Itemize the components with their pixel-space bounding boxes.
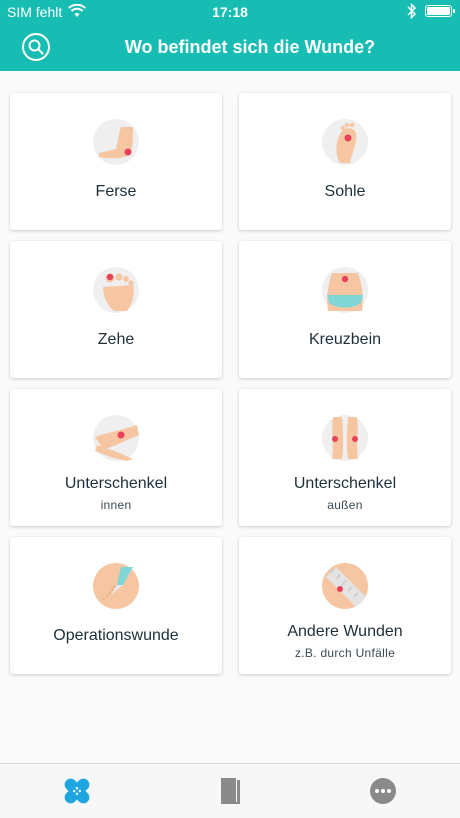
book-icon <box>221 778 240 804</box>
clock: 17:18 <box>212 4 248 20</box>
heel-icon <box>93 119 139 165</box>
card-label: Ferse <box>95 183 137 200</box>
bandage-arm-icon <box>322 563 368 609</box>
card-kreuzbein[interactable]: Kreuzbein <box>239 241 451 378</box>
card-operationswunde[interactable]: Operationswunde <box>10 537 222 674</box>
card-label: Operationswunde <box>53 627 179 644</box>
toe-icon <box>93 267 139 313</box>
sole-icon <box>322 119 368 165</box>
card-label: Kreuzbein <box>308 331 382 348</box>
search-icon <box>28 39 44 55</box>
card-unterschenkel-innen[interactable]: Unterschenkel innen <box>10 389 222 526</box>
card-label: Zehe <box>97 331 135 348</box>
battery-icon <box>425 5 455 17</box>
lower-leg-inner-icon <box>93 415 139 461</box>
card-label: Unterschenkel <box>64 475 168 492</box>
top-bar: SIM fehlt 17:18 Wo befindet sich die Wun… <box>0 0 460 71</box>
card-sublabel: außen <box>327 498 363 512</box>
surgical-wound-icon <box>93 563 139 609</box>
page-title: Wo befindet sich die Wunde? <box>124 37 376 57</box>
tab-bar <box>0 763 460 818</box>
card-unterschenkel-aussen[interactable]: Unterschenkel außen <box>239 389 451 526</box>
lower-leg-outer-icon <box>322 415 368 461</box>
card-label: Andere Wunden <box>287 623 403 640</box>
more-icon <box>370 778 396 804</box>
card-label: Unterschenkel <box>293 475 397 492</box>
tab-wounds[interactable] <box>60 774 94 808</box>
card-label: Sohle <box>324 183 366 200</box>
tab-catalog[interactable] <box>213 774 247 808</box>
bandage-icon <box>64 778 90 804</box>
card-zehe[interactable]: Zehe <box>10 241 222 378</box>
card-sohle[interactable]: Sohle <box>239 93 451 230</box>
card-andere-wunden[interactable]: Andere Wunden z.B. durch Unfälle <box>239 537 451 674</box>
tab-more[interactable] <box>366 774 400 808</box>
status-bar: SIM fehlt 17:18 <box>0 0 460 24</box>
sacrum-icon <box>322 267 368 313</box>
card-sublabel: z.B. durch Unfälle <box>294 646 396 660</box>
card-sublabel: innen <box>100 498 132 512</box>
search-button[interactable] <box>22 33 50 61</box>
card-ferse[interactable]: Ferse <box>10 93 222 230</box>
bluetooth-icon <box>407 2 417 22</box>
